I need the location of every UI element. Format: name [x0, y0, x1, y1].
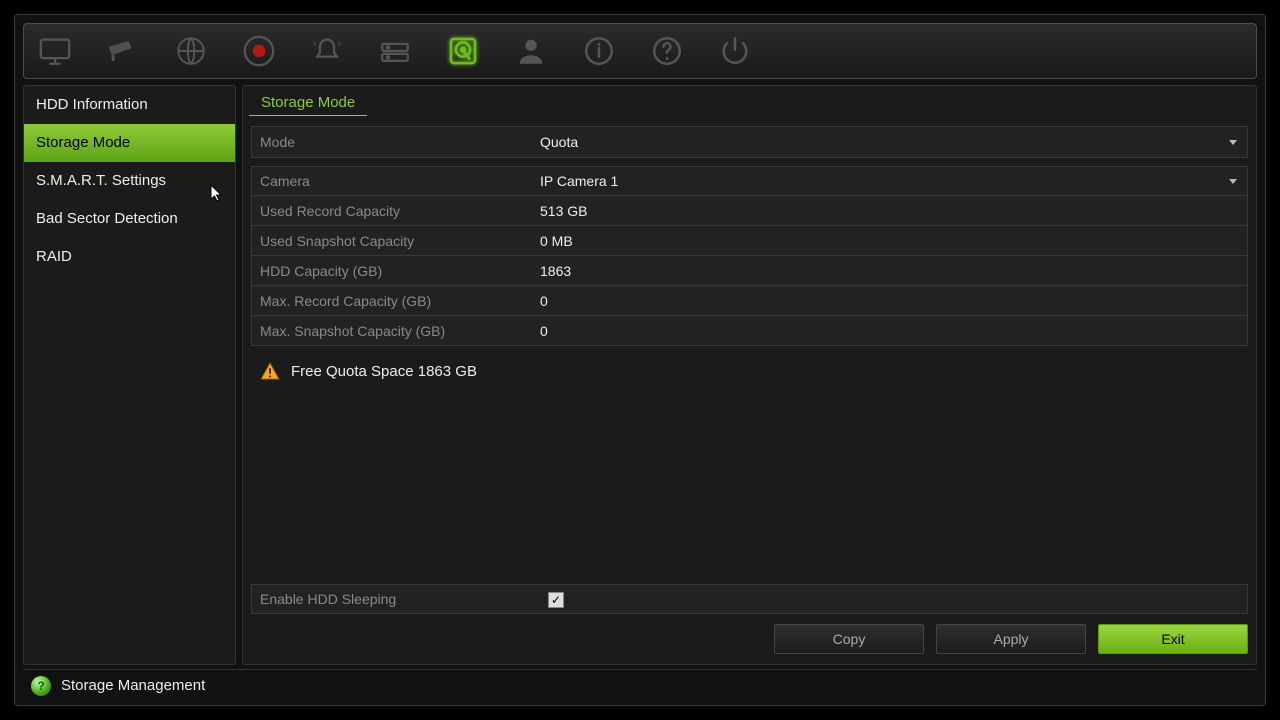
- footer-title: Storage Management: [61, 677, 205, 694]
- enable-sleep-checkbox[interactable]: ✓: [548, 592, 564, 608]
- used-snapshot-row: Used Snapshot Capacity 0 MB: [251, 226, 1248, 256]
- row-label: HDD Capacity (GB): [252, 263, 532, 279]
- settings-grid: Mode Quota Camera IP Camera 1 Used Recor…: [251, 126, 1248, 346]
- mode-row: Mode Quota: [251, 126, 1248, 158]
- enable-sleep-label: Enable HDD Sleeping: [252, 591, 532, 607]
- power-icon[interactable]: [714, 30, 756, 72]
- max-snapshot-row: Max. Snapshot Capacity (GB) 0: [251, 316, 1248, 346]
- enable-hdd-sleeping-row: Enable HDD Sleeping ✓: [251, 584, 1248, 614]
- device-icon[interactable]: [374, 30, 416, 72]
- camera-icon[interactable]: [102, 30, 144, 72]
- footer-bar: ? Storage Management: [23, 669, 1257, 701]
- record-icon[interactable]: [238, 30, 280, 72]
- sidebar-item-label: HDD Information: [36, 96, 148, 113]
- row-label: Used Snapshot Capacity: [252, 233, 532, 249]
- exit-button[interactable]: Exit: [1098, 624, 1248, 654]
- hdd-capacity-row: HDD Capacity (GB) 1863: [251, 256, 1248, 286]
- apply-button[interactable]: Apply: [936, 624, 1086, 654]
- main-panel: Storage Mode Mode Quota Camera IP Camera…: [242, 85, 1257, 665]
- max-record-row: Max. Record Capacity (GB) 0: [251, 286, 1248, 316]
- sidebar-item-label: Bad Sector Detection: [36, 210, 178, 227]
- mode-label: Mode: [252, 134, 532, 150]
- user-icon[interactable]: [510, 30, 552, 72]
- help-icon[interactable]: ?: [31, 676, 51, 696]
- free-quota-text: Free Quota Space 1863 GB: [291, 363, 477, 380]
- row-value: 1863: [532, 263, 1247, 279]
- sidebar-item-smart-settings[interactable]: S.M.A.R.T. Settings: [24, 162, 235, 200]
- max-record-input[interactable]: 0: [532, 293, 1247, 309]
- row-label: Max. Record Capacity (GB): [252, 293, 532, 309]
- camera-label: Camera: [252, 173, 532, 189]
- sidebar-item-label: Storage Mode: [36, 134, 130, 151]
- camera-row: Camera IP Camera 1: [251, 166, 1248, 196]
- top-toolbar: [23, 23, 1257, 79]
- used-record-row: Used Record Capacity 513 GB: [251, 196, 1248, 226]
- sidebar-item-raid[interactable]: RAID: [24, 238, 235, 276]
- sidebar-item-bad-sector-detection[interactable]: Bad Sector Detection: [24, 200, 235, 238]
- row-value: 513 GB: [532, 203, 1247, 219]
- sidebar-item-label: RAID: [36, 248, 72, 265]
- row-value: 0 MB: [532, 233, 1247, 249]
- camera-select[interactable]: IP Camera 1: [532, 173, 1247, 189]
- sidebar-item-label: S.M.A.R.T. Settings: [36, 172, 166, 189]
- alarm-icon[interactable]: [306, 30, 348, 72]
- info-icon[interactable]: [578, 30, 620, 72]
- hdd-icon[interactable]: [442, 30, 484, 72]
- free-quota-notice: Free Quota Space 1863 GB: [259, 360, 1256, 382]
- sidebar-item-storage-mode[interactable]: Storage Mode: [24, 124, 235, 162]
- network-icon[interactable]: [170, 30, 212, 72]
- page-title: Storage Mode: [249, 88, 367, 116]
- row-label: Used Record Capacity: [252, 203, 532, 219]
- copy-button[interactable]: Copy: [774, 624, 924, 654]
- sidebar: HDD Information Storage Mode S.M.A.R.T. …: [23, 85, 236, 665]
- app-window: HDD Information Storage Mode S.M.A.R.T. …: [14, 14, 1266, 706]
- warning-icon: [259, 360, 281, 382]
- help-icon[interactable]: [646, 30, 688, 72]
- action-buttons: Copy Apply Exit: [774, 624, 1248, 654]
- row-label: Max. Snapshot Capacity (GB): [252, 323, 532, 339]
- monitor-icon[interactable]: [34, 30, 76, 72]
- mode-select[interactable]: Quota: [532, 134, 1247, 150]
- max-snapshot-input[interactable]: 0: [532, 323, 1247, 339]
- sidebar-item-hdd-information[interactable]: HDD Information: [24, 86, 235, 124]
